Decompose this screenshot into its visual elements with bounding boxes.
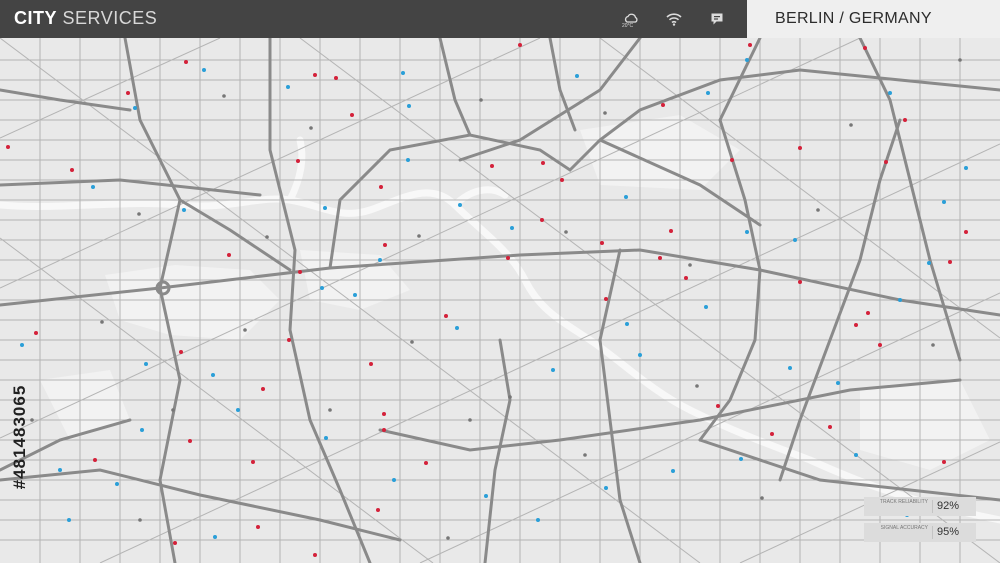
location-box: BERLIN / GERMANY	[747, 0, 1000, 38]
stock-watermark: #481483065	[8, 322, 32, 552]
metric-signal-accuracy: SIGNAL ACCURACY 95%	[864, 523, 976, 542]
temperature-readout: 20°C	[622, 23, 634, 29]
metric-label: SIGNAL ACCURACY	[880, 525, 928, 531]
location-label: BERLIN / GERMANY	[775, 10, 932, 27]
status-icons: 20°C	[620, 8, 749, 30]
chat-icon[interactable]	[706, 8, 728, 30]
watermark-text: #481483065	[10, 384, 29, 490]
top-bar: CITY SERVICES 20°C	[0, 0, 747, 38]
metric-track-reliability: TRACK RELIABILITY 92%	[864, 497, 976, 516]
metric-label: TRACK RELIABILITY	[879, 499, 928, 505]
metric-separator	[932, 526, 933, 539]
app-title-bold: CITY	[14, 8, 58, 28]
app-title: CITY SERVICES	[14, 8, 157, 29]
wifi-icon[interactable]	[663, 8, 685, 30]
metric-separator	[932, 500, 933, 513]
weather-icon[interactable]: 20°C	[620, 8, 642, 30]
metric-value: 95%	[937, 526, 960, 538]
app-title-light: SERVICES	[62, 8, 158, 28]
metric-value: 92%	[937, 500, 960, 512]
city-map[interactable]	[0, 38, 1000, 563]
